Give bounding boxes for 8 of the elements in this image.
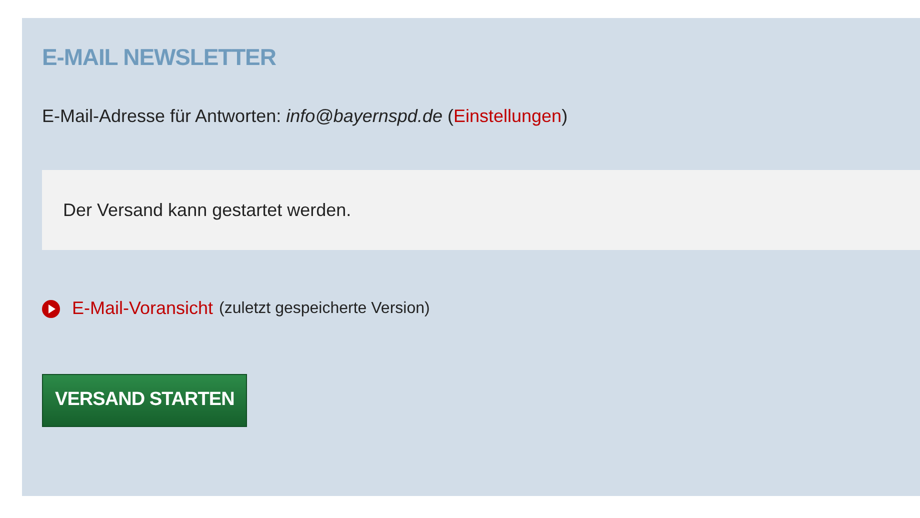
preview-note: (zuletzt gespeicherte Version) [219, 298, 430, 318]
status-message: Der Versand kann gestartet werden. [63, 198, 352, 222]
email-preview-link[interactable]: E-Mail-Voransicht [72, 295, 214, 322]
reply-address-text: E-Mail-Adresse für Antworten: info@bayernspd.de (Einstellungen) [42, 107, 568, 125]
settings-link[interactable]: Einstellungen [453, 106, 562, 126]
panel-title: E-MAIL NEWSLETTER [42, 46, 276, 69]
play-icon [42, 300, 60, 318]
start-sending-button[interactable]: VERSAND STARTEN [42, 374, 248, 427]
